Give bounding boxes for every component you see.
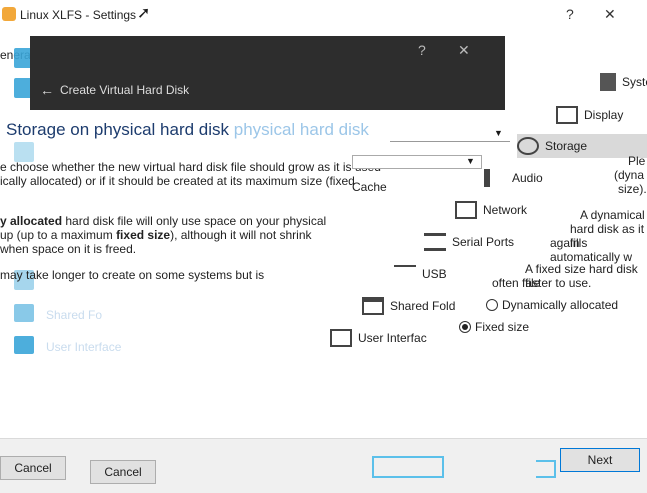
sidebar-item-ui-label: User Interface [46, 340, 122, 354]
category-usb-label: USB [422, 267, 447, 281]
storage-dropdown[interactable] [390, 128, 510, 142]
radio-dynamic[interactable]: Dynamically allocated [486, 298, 618, 312]
dynamic-desc-line-2: up (up to a maximum fixed size), althoug… [0, 228, 312, 242]
cache-select[interactable] [352, 155, 482, 169]
page-title: Storage on physical hard disk physical h… [6, 120, 369, 140]
window-title: Linux XLFS - Settings [20, 8, 137, 22]
mouse-cursor-icon: ➚ [137, 5, 151, 22]
cache-label: Cache [352, 180, 387, 194]
monitor-icon [556, 106, 578, 124]
dynamic-fixed-bold: fixed size [116, 228, 171, 242]
category-system-label: System [622, 75, 647, 89]
category-audio[interactable]: Audio [484, 166, 543, 190]
speaker-icon [484, 169, 506, 187]
settings-titlebar: Linux XLFS - Settings ➚ ? ✕ [0, 0, 647, 32]
category-network-label: Network [483, 203, 528, 217]
dynamic-text: hard disk file will only use space on yo… [65, 214, 327, 228]
dialog-help-icon[interactable]: ? [418, 42, 426, 58]
sidebar-ui-icon[interactable] [14, 336, 34, 354]
page-title-ghost: physical hard disk [233, 120, 369, 139]
category-system[interactable]: System [600, 70, 647, 94]
category-shared[interactable]: Shared Fold [362, 294, 455, 318]
right-a-dyn: A dynamical [580, 208, 645, 222]
next-button[interactable]: Next [560, 448, 640, 472]
sidebar-shared-icon[interactable] [14, 304, 34, 322]
category-serial[interactable]: Serial Ports [424, 230, 514, 254]
category-ui-label: User Interfac [358, 331, 427, 345]
radio-fixed-dot[interactable] [459, 321, 471, 333]
cancel-button[interactable]: Cancel [90, 460, 156, 484]
network-icon [455, 201, 477, 219]
intro-line-1: e choose whether the new virtual hard di… [0, 160, 381, 174]
help-button[interactable]: ? [566, 6, 574, 22]
back-arrow-icon[interactable]: ← [40, 82, 54, 98]
radio-dynamic-dot[interactable] [486, 299, 498, 311]
ghost-corner [536, 460, 556, 478]
dynamic-desc-line-1: y allocated hard disk file will only use… [0, 214, 326, 228]
category-audio-label: Audio [512, 171, 543, 185]
cancel-button-left[interactable]: Cancel [0, 456, 66, 480]
intro-line-2: ically allocated) or if it should be cre… [0, 174, 355, 188]
radio-fixed[interactable]: Fixed size [459, 320, 529, 334]
ui-icon [330, 329, 352, 347]
category-network[interactable]: Network [455, 198, 527, 222]
chip-icon [600, 73, 616, 91]
sidebar-item-shared-label: Shared Fo [46, 308, 103, 322]
disk-icon [517, 137, 539, 155]
dynamic-text-3: ), although it will not shrink [170, 228, 312, 242]
fixed-desc: may take longer to create on some system… [0, 268, 265, 282]
app-logo-icon [2, 7, 16, 21]
dialog-header: ← Create Virtual Hard Disk ? ✕ [30, 36, 505, 110]
right-dyna: (dyna [614, 168, 645, 182]
page-title-text: Storage on physical hard disk [6, 120, 230, 139]
dialog-title: Create Virtual Hard Disk [60, 83, 190, 97]
right-a-fixed-2: often faster to use. [492, 276, 592, 290]
dynamic-bold: y allocated [0, 214, 63, 228]
cache-chevron-icon[interactable]: ▼ [466, 156, 475, 166]
category-serial-label: Serial Ports [452, 235, 515, 249]
category-shared-label: Shared Fold [390, 299, 456, 313]
usb-icon [394, 265, 416, 283]
category-display[interactable]: Display [556, 103, 623, 127]
sidebar-display-icon[interactable] [14, 142, 34, 162]
category-ui[interactable]: User Interfac [330, 326, 427, 350]
chevron-down-icon[interactable]: ▼ [494, 128, 503, 138]
radio-fixed-label: Fixed size [475, 320, 530, 334]
serial-icon [424, 233, 446, 251]
folder-icon [362, 297, 384, 315]
radio-dynamic-label: Dynamically allocated [502, 298, 619, 312]
category-storage-label: Storage [545, 139, 588, 153]
right-a-dyn-3: again automatically w [550, 236, 633, 264]
category-usb[interactable]: USB [394, 262, 447, 286]
category-display-label: Display [584, 108, 624, 122]
right-please: Ple [628, 154, 646, 168]
dynamic-text-2: up (up to a maximum [0, 228, 113, 242]
ghost-button-outline [372, 456, 444, 478]
dynamic-desc-line-3: when space on it is freed. [0, 242, 137, 256]
dialog-close-icon[interactable]: ✕ [458, 42, 470, 59]
close-button[interactable]: ✕ [604, 6, 616, 23]
right-size: size). [618, 182, 647, 196]
